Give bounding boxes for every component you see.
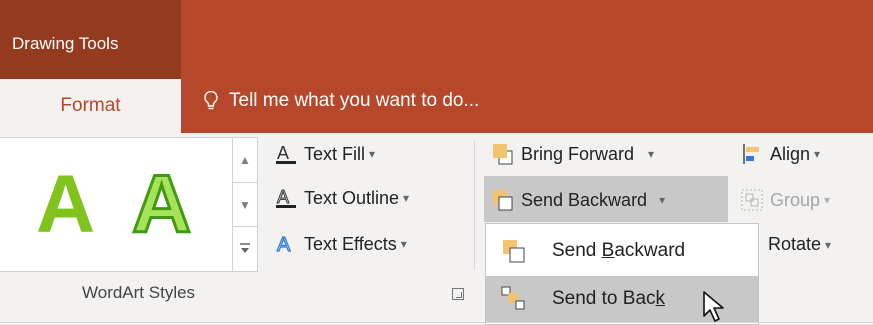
gallery-scroll-down-button[interactable]: ▼: [233, 182, 257, 227]
text-fill-label: Text Fill: [304, 143, 366, 164]
menu-item-label: Send to Back: [552, 288, 666, 309]
group-button[interactable]: Group ▾: [740, 188, 830, 212]
more-icon: [240, 243, 250, 253]
menu-item-label: Send Backward: [552, 240, 686, 261]
group-label: Group: [770, 189, 821, 210]
send-to-back-icon: [501, 286, 525, 310]
lightbulb-icon: [204, 90, 218, 110]
chevron-down-icon: ▾: [659, 193, 666, 207]
chevron-down-icon: ▾: [648, 147, 655, 161]
gallery-scrollbar: ▲ ▼: [232, 138, 257, 271]
gallery-scroll-up-button[interactable]: ▲: [233, 138, 257, 182]
tell-me-search[interactable]: Tell me what you want to do...: [203, 90, 479, 112]
align-label: Align: [770, 143, 811, 164]
group-separator: [474, 140, 475, 270]
group-icon: [741, 189, 763, 211]
rotate-label: Rotate: [768, 234, 822, 254]
tab-format-label: Format: [60, 95, 121, 116]
bring-forward-button[interactable]: Bring Forward ▾: [491, 142, 654, 166]
send-backward-icon: [503, 240, 525, 263]
wordart-style-green-outline[interactable]: A: [130, 158, 192, 251]
send-backward-label: Send Backward: [521, 189, 648, 210]
wordart-gallery: A A ▲ ▼: [0, 137, 258, 272]
align-button[interactable]: Align ▾: [740, 142, 820, 166]
chevron-down-icon: ▾: [824, 193, 831, 207]
chevron-down-icon: ▾: [814, 147, 821, 161]
svg-text:A: A: [277, 187, 289, 207]
menu-item-send-backward[interactable]: Send Backward: [486, 228, 758, 274]
text-fill-button[interactable]: A Text Fill ▾: [274, 142, 375, 166]
align-icon: [743, 144, 759, 164]
text-outline-button[interactable]: A Text Outline ▾: [274, 186, 409, 210]
send-backward-icon: [493, 190, 513, 211]
text-outline-icon: A: [276, 187, 296, 208]
chevron-down-icon: ▾: [403, 191, 410, 205]
chevron-down-icon: ▾: [825, 237, 832, 252]
svg-text:A: A: [277, 143, 289, 163]
bring-forward-label: Bring Forward: [521, 143, 635, 164]
chevron-down-icon: ▾: [369, 147, 376, 161]
gallery-more-button[interactable]: [233, 226, 257, 271]
text-effects-icon: A: [276, 233, 291, 256]
text-fill-icon: A: [276, 143, 296, 164]
text-effects-button[interactable]: A Text Effects ▾: [274, 232, 407, 256]
text-outline-label: Text Outline: [304, 187, 400, 208]
ribbon-bottom-border: [0, 322, 873, 323]
group-label-wordart-styles: WordArt Styles: [82, 283, 196, 302]
chevron-down-icon: ▾: [400, 237, 407, 251]
tab-format[interactable]: Format: [0, 79, 181, 133]
wordart-style-green-fill[interactable]: A: [36, 160, 95, 250]
contextual-tab-group-drawing-tools: Drawing Tools: [0, 0, 181, 79]
svg-text:A: A: [277, 234, 291, 256]
bring-forward-icon: [493, 144, 513, 165]
tell-me-text: Tell me what you want to do...: [229, 90, 480, 111]
dialog-launcher-icon[interactable]: [452, 288, 464, 300]
send-backward-button[interactable]: Send Backward ▾: [491, 188, 665, 212]
text-effects-label: Text Effects: [304, 233, 397, 254]
mouse-cursor-icon: [703, 291, 724, 322]
rotate-button[interactable]: Rotate ▾: [768, 234, 831, 255]
contextual-tab-group-label: Drawing Tools: [12, 34, 119, 53]
